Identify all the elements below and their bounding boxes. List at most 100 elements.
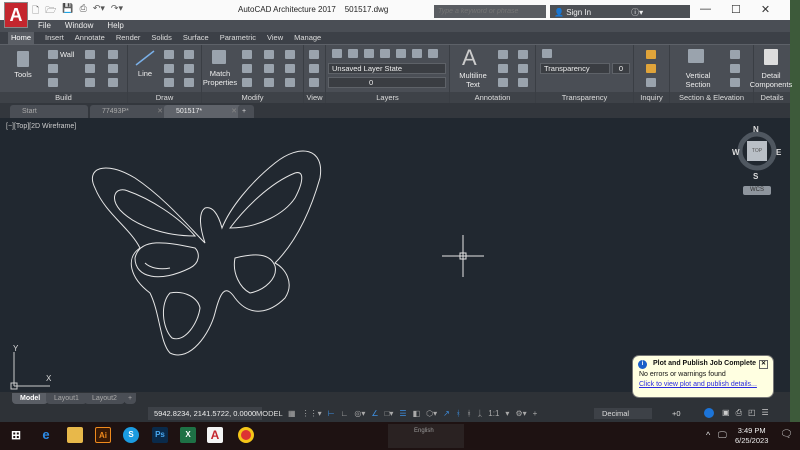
isodraft-icon[interactable]: ∠ [371,409,378,418]
layer-dropdown[interactable]: 0 [328,77,446,88]
tab-render[interactable]: Render [116,32,141,44]
layout-tab-model[interactable]: Model [12,393,49,404]
tab-insert[interactable]: Insert [45,32,64,44]
plot-details-link[interactable]: Click to view plot and publish details..… [639,381,767,388]
tab-manage[interactable]: Manage [294,32,321,44]
drawing-viewport[interactable]: [−][Top][2D Wireframe] Y X N S E W TOP W… [0,118,790,392]
show-hidden-icons[interactable]: ^ [706,430,710,440]
action-center-icon[interactable]: 🗨 [780,429,793,440]
doc-tab-start[interactable]: Start [10,105,88,118]
hardware-acceleration-icon[interactable] [704,408,714,418]
photoshop-icon[interactable]: Ps [152,427,168,443]
lineweight-icon[interactable]: ☰ [399,409,406,418]
layout-tab-layout2[interactable]: Layout2 [84,393,125,404]
clean-screen-icon[interactable]: ◰ [748,408,756,418]
tab-view[interactable]: View [267,32,283,44]
network-icon[interactable]: 🖵 [718,430,727,441]
customize-menu-icon[interactable]: ☰ [762,408,769,418]
grid-icon[interactable]: ▦ [288,409,296,418]
coordinates-readout[interactable]: 5942.8234, 2141.5722, 0.0000 [148,407,263,420]
maximize-button[interactable]: ☐ [731,3,741,16]
notification-close-button[interactable]: ✕ [759,360,768,369]
tab-parametric[interactable]: Parametric [220,32,256,44]
chrome-icon[interactable] [238,427,254,443]
infer-icon[interactable]: ⊢ [328,409,335,418]
print-icon[interactable]: ⎙ [80,3,87,17]
annotation-visibility-icon[interactable]: ᚼ [456,409,461,418]
undo-icon[interactable]: ↶▾ [93,3,105,17]
clock[interactable]: 3:49 PM 6/25/2023 [735,426,768,446]
add-layout-button[interactable]: + [124,393,137,404]
snap-icon[interactable]: ⋮⋮▾ [302,409,322,418]
file-name: 501517.dwg [344,5,389,14]
new-icon[interactable]: 🗋 [32,3,39,17]
language-bar[interactable]: English [388,424,464,448]
help-icon[interactable]: ⓘ▾ [631,8,643,17]
doc-tab-77493p[interactable]: 77493P* ✕ [90,105,168,118]
new-tab-button[interactable]: + [238,105,254,118]
close-tab-icon[interactable]: ✕ [157,105,163,118]
ucs-dynamic-icon[interactable]: ↗ [443,409,450,418]
layout-tab-layout1[interactable]: Layout1 [46,393,87,404]
file-explorer-icon[interactable] [67,427,83,443]
annotation-scale-dropdown[interactable]: 1:1 [488,409,499,418]
line-button[interactable]: Line [132,69,158,78]
polar-icon[interactable]: ◎▾ [354,409,365,418]
autocad-taskbar-icon[interactable]: A [207,427,223,443]
transparency-value[interactable]: 0 [612,63,630,74]
transparency-label: Transparency [540,63,610,74]
plot-status-icon[interactable]: ▣ [722,408,730,418]
model-space-toggle[interactable]: MODEL [256,409,283,418]
viewcube-top-face[interactable]: TOP [747,141,767,161]
excel-icon[interactable]: X [180,427,196,443]
menu-file[interactable]: File [38,20,51,32]
plot-tray-icon[interactable]: ⎙ [736,408,742,418]
ortho-icon[interactable]: ∟ [341,409,349,418]
osnap-icon[interactable]: □▾ [385,409,394,418]
autoscale-icon[interactable]: ᚼ [467,409,472,418]
application-menu-button[interactable]: A [4,2,28,28]
close-tab-icon[interactable]: ✕ [231,105,237,118]
selection-cycling-icon[interactable]: ⬡▾ [426,409,437,418]
open-icon[interactable]: 🗁 [45,3,56,17]
panel-annotation: A Multiline Text Annotation [450,45,536,104]
annotation-scale-icon[interactable]: ᛣ [477,409,482,418]
tab-annotate[interactable]: Annotate [75,32,105,44]
units-dropdown[interactable]: Decimal [594,408,652,419]
start-button[interactable]: ⊞ [8,427,24,443]
tools-icon [17,51,29,67]
workspace-gear-icon[interactable]: ⚙▾ [515,409,526,418]
wcs-menu[interactable]: WCS [743,186,771,195]
tools-button[interactable]: Tools [8,70,38,79]
compass-north[interactable]: N [753,125,759,134]
ribbon-tabs: Home Insert Annotate Render Solids Surfa… [0,32,790,44]
redo-icon[interactable]: ↷▾ [111,3,123,17]
tab-solids[interactable]: Solids [151,32,171,44]
wall-button[interactable]: Wall [60,50,74,59]
sign-in-button[interactable]: Sign In [566,8,591,17]
minimize-button[interactable]: — [700,3,711,16]
skype-icon[interactable]: S [123,427,139,443]
edge-icon[interactable]: e [38,427,54,443]
vertical-section-button[interactable]: Vertical Section [678,71,718,89]
doc-tab-501517[interactable]: 501517* ✕ [164,105,242,118]
search-input[interactable] [434,5,546,18]
isolate-count[interactable]: +0 [672,409,681,418]
windows-taskbar: ⊞ e Ai S Ps X A English ^ 🖵 3:49 PM 6/25/… [0,422,800,450]
compass-south[interactable]: S [753,172,758,181]
tab-home[interactable]: Home [8,32,35,44]
multiline-text-button[interactable]: Multiline Text [452,71,494,89]
close-button[interactable]: ✕ [761,3,770,16]
menu-help[interactable]: Help [107,20,123,32]
transparency-icon[interactable]: ◧ [413,409,421,418]
menu-window[interactable]: Window [65,20,93,32]
tab-surface[interactable]: Surface [183,32,209,44]
save-icon[interactable]: 💾 [62,3,73,17]
plus-icon[interactable]: + [533,409,538,418]
match-properties-button[interactable]: Match Properties [202,69,238,87]
compass-west[interactable]: W [732,148,740,157]
illustrator-icon[interactable]: Ai [95,427,111,443]
compass-east[interactable]: E [776,148,781,157]
detail-components-button[interactable]: Detail Components [746,71,796,89]
layer-state-dropdown[interactable]: Unsaved Layer State [328,63,446,74]
